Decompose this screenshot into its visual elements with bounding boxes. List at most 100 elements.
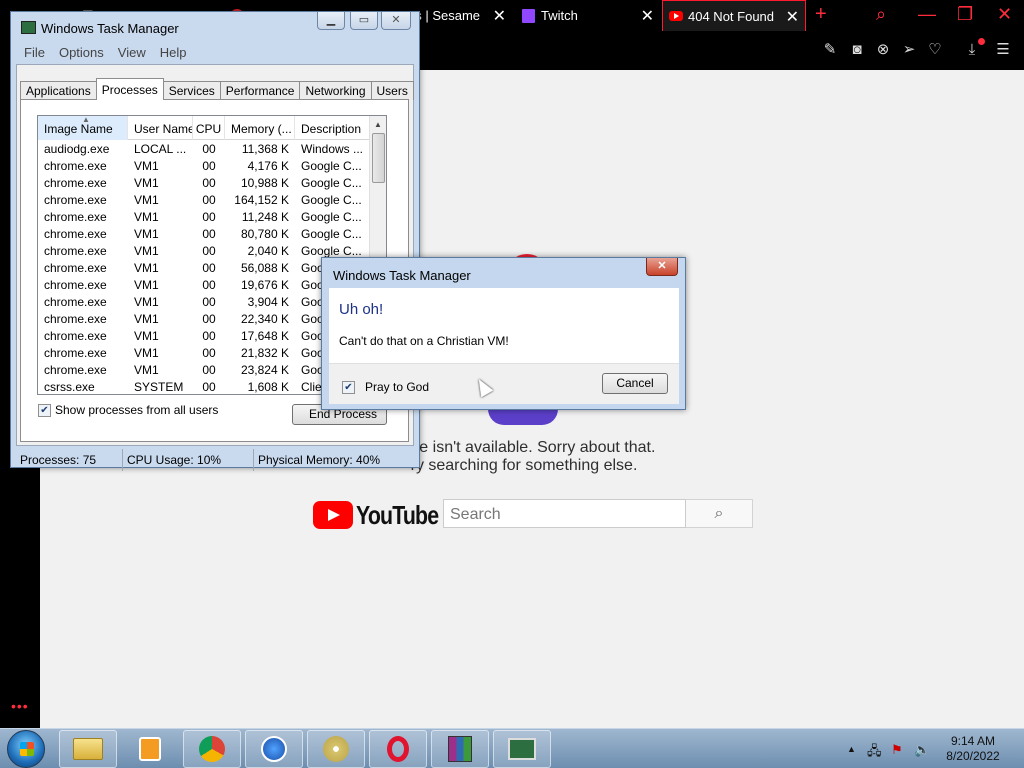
column-image-name[interactable]: ▲ Image Name	[38, 116, 128, 140]
send-icon[interactable]: ➢	[901, 42, 917, 58]
youtube-logo[interactable]: YouTube	[313, 500, 456, 530]
task-manager-taskbar-button[interactable]	[493, 730, 551, 768]
memory-cell: 164,152 K	[234, 193, 289, 207]
adblock-icon[interactable]: ⊗	[875, 42, 891, 58]
volume-icon[interactable]: 🔈	[914, 742, 930, 758]
scrollbar-thumb[interactable]	[372, 133, 385, 183]
winrar-taskbar-button[interactable]	[431, 730, 489, 768]
camera-icon[interactable]: ◙	[849, 42, 865, 58]
search-input[interactable]: Search	[443, 499, 686, 528]
tab-users[interactable]: Users	[370, 81, 414, 100]
table-row[interactable]: chrome.exe VM1 00 10,988 K Google C...	[38, 175, 371, 192]
chrome-taskbar-button[interactable]	[183, 730, 241, 768]
column-label: Image Name	[44, 122, 113, 136]
settings-icon[interactable]: ☰	[995, 42, 1011, 58]
menu-help[interactable]: Help	[160, 45, 187, 60]
user-name-cell: VM1	[134, 193, 159, 207]
user-name-cell: VM1	[134, 329, 159, 343]
cancel-button[interactable]: Cancel	[602, 373, 668, 394]
dialog-close-button[interactable]: ✕	[646, 258, 678, 276]
process-list-header: ▲ Image Name User Name CPU Memory (... D…	[38, 116, 371, 140]
media-taskbar-button[interactable]	[121, 730, 179, 768]
close-icon[interactable]: ✕	[786, 7, 799, 27]
column-cpu[interactable]: CPU	[193, 116, 225, 140]
process-name-cell: csrss.exe	[44, 380, 95, 394]
pray-to-god-checkbox[interactable]: ✔	[342, 380, 355, 394]
heart-icon[interactable]: ♡	[927, 42, 943, 58]
more-icon[interactable]: •••	[11, 698, 29, 714]
clock-date: 8/20/2022	[946, 749, 1000, 763]
process-name-cell: chrome.exe	[44, 329, 107, 343]
network-icon[interactable]: 🖧	[867, 742, 882, 764]
close-window-icon[interactable]: ✕	[997, 4, 1012, 25]
maximize-button[interactable]: ▭	[350, 12, 378, 30]
start-button[interactable]	[7, 730, 45, 768]
show-all-users-checkbox[interactable]: ✔	[38, 403, 51, 417]
column-user-name[interactable]: User Name	[128, 116, 193, 140]
user-name-cell: VM1	[134, 176, 159, 190]
aimp-icon	[261, 736, 287, 762]
action-center-icon[interactable]: ⚑	[891, 742, 903, 758]
opera-taskbar-button[interactable]	[369, 730, 427, 768]
user-name-cell: VM1	[134, 210, 159, 224]
close-icon[interactable]: ✕	[641, 6, 654, 26]
edit-icon[interactable]: ✎	[822, 42, 838, 58]
task-manager-app-icon	[21, 21, 36, 34]
cpu-cell: 00	[202, 346, 216, 360]
memory-cell: 2,040 K	[247, 244, 289, 258]
user-name-cell: VM1	[134, 278, 159, 292]
memory-cell: 23,824 K	[240, 363, 289, 377]
menu-view[interactable]: View	[118, 45, 146, 60]
table-row[interactable]: chrome.exe VM1 00 80,780 K Google C...	[38, 226, 371, 243]
cpu-cell: 00	[202, 210, 216, 224]
search-button[interactable]: ⌕	[686, 499, 753, 528]
show-hidden-icons[interactable]: ▲	[847, 744, 856, 754]
tab-networking[interactable]: Networking	[299, 81, 372, 100]
status-bar: Processes: 75 CPU Usage: 10% Physical Me…	[16, 449, 414, 471]
memory-cell: 22,340 K	[240, 312, 289, 326]
tab-processes[interactable]: Processes	[95, 78, 164, 100]
table-row[interactable]: audiodg.exe LOCAL ... 00 11,368 K Windows ..…	[38, 141, 371, 158]
tab-applications[interactable]: Applications	[20, 81, 97, 100]
browser-tab-404[interactable]: 404 Not Found ✕	[662, 0, 806, 31]
menu-file[interactable]: File	[24, 45, 45, 60]
explorer-icon	[73, 738, 103, 760]
user-name-cell: SYSTEM	[134, 380, 184, 394]
mascot-feet	[488, 409, 558, 425]
user-name-cell: VM1	[134, 159, 159, 173]
column-memory[interactable]: Memory (...	[225, 116, 295, 140]
restore-icon[interactable]: ❐	[957, 4, 973, 25]
table-row[interactable]: chrome.exe VM1 00 164,152 K Google C...	[38, 192, 371, 209]
close-button[interactable]: ✕	[381, 12, 411, 30]
search-tabs-icon[interactable]: ⌕	[876, 4, 886, 25]
table-row[interactable]: chrome.exe VM1 00 4,176 K Google C...	[38, 158, 371, 175]
minimize-button[interactable]: ▁	[317, 12, 345, 30]
minimize-icon[interactable]: —	[918, 4, 936, 25]
clock-time: 9:14 AM	[950, 734, 996, 748]
explorer-taskbar-button[interactable]	[59, 730, 117, 768]
new-tab-button[interactable]: +	[815, 3, 827, 26]
process-name-cell: chrome.exe	[44, 278, 107, 292]
clock[interactable]: 9:14 AM 8/20/2022	[934, 734, 1012, 764]
scroll-up-icon[interactable]: ▲	[374, 120, 382, 129]
column-description[interactable]: Description	[295, 116, 371, 140]
aimp-taskbar-button[interactable]	[245, 730, 303, 768]
twitch-icon	[522, 8, 535, 23]
table-row[interactable]: chrome.exe VM1 00 11,248 K Google C...	[38, 209, 371, 226]
browser-tab-twitch[interactable]: Twitch ✕	[522, 0, 660, 31]
process-name-cell: chrome.exe	[44, 210, 107, 224]
sort-ascending-icon: ▲	[82, 116, 90, 124]
dvd-taskbar-button[interactable]	[307, 730, 365, 768]
show-all-users-option[interactable]: ✔ Show processes from all users	[38, 403, 218, 417]
user-name-cell: VM1	[134, 363, 159, 377]
menu-options[interactable]: Options	[59, 45, 104, 60]
process-name-cell: chrome.exe	[44, 244, 107, 258]
tab-performance[interactable]: Performance	[219, 81, 301, 100]
download-icon[interactable]: ⤓	[964, 42, 980, 58]
browser-tab-sesame[interactable]: es | Sesame ✕	[408, 0, 512, 31]
description-cell: Google C...	[301, 176, 362, 190]
cpu-cell: 00	[202, 380, 216, 394]
pray-to-god-option[interactable]: ✔ Pray to God	[342, 380, 429, 394]
close-icon[interactable]: ✕	[493, 6, 506, 26]
tab-services[interactable]: Services	[162, 81, 221, 100]
